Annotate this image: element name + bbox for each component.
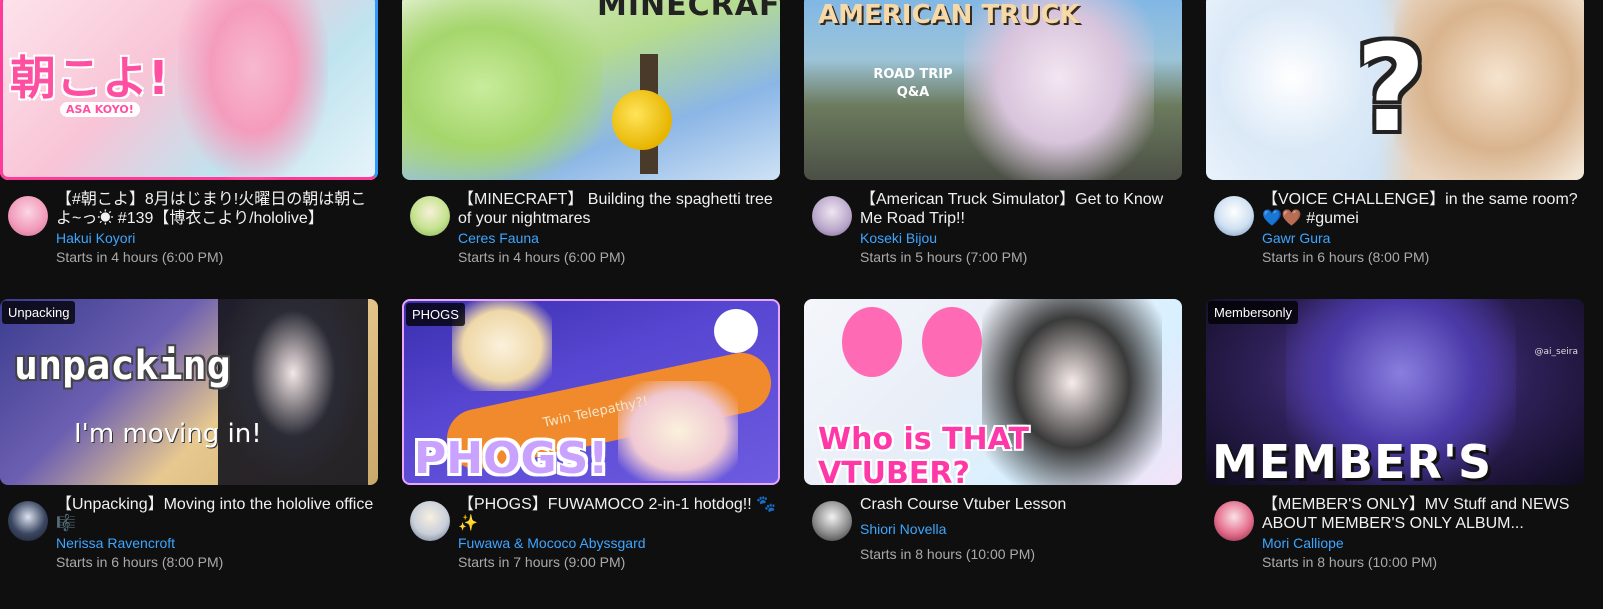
video-card[interactable]: Membersonly MEMBER'S @ai_seira 【MEMBER'S…	[1206, 299, 1584, 585]
video-thumbnail[interactable]: Membersonly MEMBER'S @ai_seira	[1206, 299, 1584, 485]
thumbnail-title-text: MEMBER'S	[1212, 435, 1493, 485]
video-card[interactable]: Who is THAT VTUBER? Crash Course Vtuber …	[804, 299, 1182, 585]
avatar[interactable]	[812, 196, 852, 236]
video-title[interactable]: 【VOICE CHALLENGE】in the same room? 💙🤎 #g…	[1262, 190, 1582, 228]
video-title[interactable]: Crash Course Vtuber Lesson	[860, 495, 1180, 514]
video-thumbnail[interactable]: MINECRAFT	[402, 0, 780, 180]
video-title[interactable]: 【Unpacking】Moving into the hololive offi…	[56, 495, 376, 533]
thumbnail-label: Unpacking	[2, 301, 76, 324]
upcoming-status: Starts in 7 hours (9:00 PM)	[458, 554, 626, 570]
video-title[interactable]: 【PHOGS】FUWAMOCO 2-in-1 hotdog!! 🐾✨	[458, 495, 778, 533]
bunny-ear	[922, 307, 982, 377]
video-thumbnail[interactable]: PHOGS PHOGS! Twin Telepathy?!	[402, 299, 780, 485]
avatar[interactable]	[1214, 501, 1254, 541]
video-thumbnail[interactable]: AMERICAN TRUCK ROAD TRIP Q&A	[804, 0, 1182, 180]
avatar[interactable]	[410, 196, 450, 236]
thumbnail-label: Membersonly	[1208, 301, 1299, 324]
channel-name[interactable]: Fuwawa & Mococo Abyssgard	[458, 534, 778, 553]
channel-name[interactable]: Hakui Koyori	[56, 229, 376, 248]
video-card[interactable]: 朝こよ! ASA KOYO! 【#朝こよ】8月はじまり!火曜日の朝は朝こよ~っ☀…	[0, 0, 378, 280]
video-thumbnail[interactable]: ?	[1206, 0, 1584, 180]
video-title[interactable]: 【#朝こよ】8月はじまり!火曜日の朝は朝こよ~っ☀ #139【博衣こより/hol…	[56, 190, 376, 228]
character-art	[218, 299, 368, 485]
thumbnail-subtitle-text: ASA KOYO!	[60, 102, 140, 117]
channel-name[interactable]: Shiori Novella	[860, 520, 1180, 539]
character-art	[402, 0, 602, 180]
thumbnail-title-text: PHOGS!	[414, 433, 609, 484]
upcoming-status: Starts in 4 hours (6:00 PM)	[56, 249, 224, 265]
video-thumbnail[interactable]: Who is THAT VTUBER?	[804, 299, 1182, 485]
character-art	[452, 301, 552, 391]
channel-name[interactable]: Mori Calliope	[1262, 534, 1582, 553]
thumbnail-subtitle-text: @ai_seira	[1534, 347, 1578, 357]
upcoming-status: Starts in 5 hours (7:00 PM)	[860, 249, 1028, 265]
video-title[interactable]: 【MINECRAFT】 Building the spaghetti tree …	[458, 190, 778, 228]
video-card[interactable]: Unpacking unpacking I'm moving in! 【Unpa…	[0, 299, 378, 585]
upcoming-status: Starts in 6 hours (8:00 PM)	[56, 554, 224, 570]
upcoming-status: Starts in 8 hours (10:00 PM)	[860, 546, 1036, 562]
video-title[interactable]: 【American Truck Simulator】Get to Know Me…	[860, 190, 1180, 228]
channel-name[interactable]: Ceres Fauna	[458, 229, 778, 248]
channel-name[interactable]: Koseki Bijou	[860, 229, 1180, 248]
thumbnail-title-text: Who is THAT VTUBER?	[818, 422, 1030, 486]
channel-name[interactable]: Gawr Gura	[1262, 229, 1582, 248]
upcoming-status: Starts in 8 hours (10:00 PM)	[1262, 554, 1438, 570]
video-card[interactable]: MINECRAFT 【MINECRAFT】 Building the spagh…	[402, 0, 780, 280]
avatar[interactable]	[8, 196, 48, 236]
video-thumbnail[interactable]: 朝こよ! ASA KOYO!	[0, 0, 378, 180]
thumbnail-title-text: MINECRAFT	[597, 0, 780, 23]
channel-name[interactable]: Nerissa Ravencroft	[56, 534, 376, 553]
thumbnail-subtitle-text: ROAD TRIP Q&A	[873, 67, 953, 100]
upcoming-status: Starts in 4 hours (6:00 PM)	[458, 249, 626, 265]
avatar[interactable]	[8, 501, 48, 541]
thumbnail-title-text: AMERICAN TRUCK	[818, 0, 1080, 30]
video-grid: 朝こよ! ASA KOYO! 【#朝こよ】8月はじまり!火曜日の朝は朝こよ~っ☀…	[0, 0, 1603, 609]
video-card[interactable]: AMERICAN TRUCK ROAD TRIP Q&A 【American T…	[804, 0, 1182, 280]
video-card[interactable]: PHOGS PHOGS! Twin Telepathy?! 【PHOGS】FUW…	[402, 299, 780, 585]
thumbnail-title-text: unpacking	[14, 343, 231, 389]
video-card[interactable]: ? 【VOICE CHALLENGE】in the same room? 💙🤎 …	[1206, 0, 1584, 280]
avatar[interactable]	[1214, 196, 1254, 236]
golden-apple	[612, 90, 672, 150]
video-title[interactable]: 【MEMBER'S ONLY】MV Stuff and NEWS ABOUT M…	[1262, 495, 1582, 533]
avatar[interactable]	[812, 501, 852, 541]
thumbnail-title-text: ?	[1356, 20, 1426, 159]
thumbnail-subtitle-text: I'm moving in!	[74, 419, 262, 449]
avatar[interactable]	[410, 501, 450, 541]
thumbnail-title-text: 朝こよ!	[10, 51, 169, 105]
upcoming-status: Starts in 6 hours (8:00 PM)	[1262, 249, 1430, 265]
thumbnail-label: PHOGS	[406, 303, 465, 326]
character-art	[178, 0, 328, 180]
bunny-ear	[842, 307, 902, 377]
video-thumbnail[interactable]: Unpacking unpacking I'm moving in!	[0, 299, 378, 485]
moon-icon	[714, 309, 758, 353]
